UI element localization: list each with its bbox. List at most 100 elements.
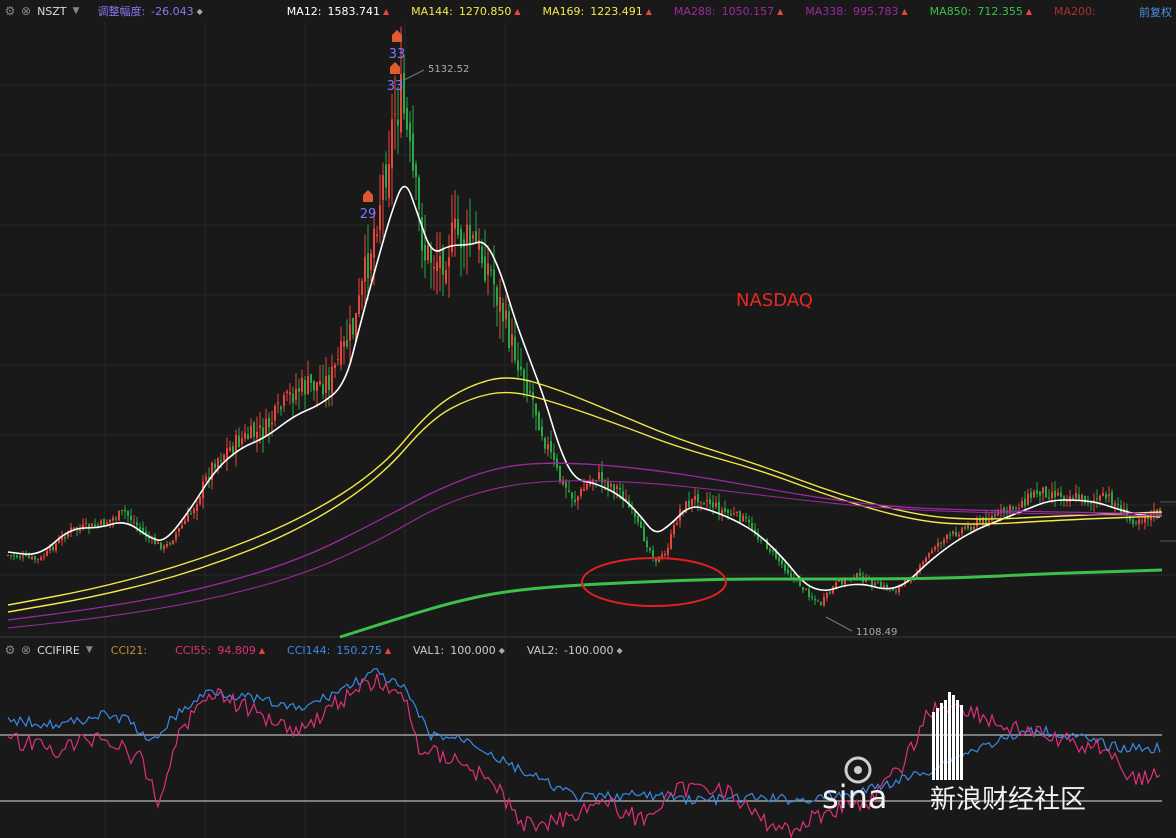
candle-body — [412, 133, 414, 171]
candle-body — [1024, 498, 1026, 506]
candle-body — [262, 427, 264, 438]
candle-body — [697, 494, 699, 503]
candle-body — [976, 519, 978, 527]
candle-body — [541, 426, 543, 436]
candle-body — [451, 222, 453, 253]
candle-body — [784, 564, 786, 571]
candle-body — [967, 525, 969, 529]
candle-body — [142, 527, 144, 532]
candle-body — [640, 521, 642, 529]
candle-body — [664, 554, 666, 556]
ma169-line — [7, 391, 1163, 613]
spike-bar — [932, 712, 935, 780]
candle-body — [310, 373, 312, 383]
candle-body — [7, 554, 9, 556]
candle-body — [187, 513, 189, 522]
candle-body — [169, 543, 171, 545]
chart-title: NASDAQ — [736, 290, 813, 311]
candle-body — [820, 601, 822, 605]
candle-body — [49, 547, 51, 551]
marker-label: 33 — [389, 47, 406, 62]
candle-body — [388, 163, 390, 199]
candle-body — [1012, 507, 1014, 510]
candle-body — [28, 555, 30, 558]
candle-body — [613, 484, 615, 492]
candle-body — [190, 513, 192, 515]
candle-body — [823, 597, 825, 606]
candle-body — [1021, 501, 1023, 508]
candle-body — [730, 513, 732, 516]
candle-body — [961, 528, 963, 534]
candle-body — [991, 515, 993, 521]
candle-body — [877, 582, 879, 584]
candle-body — [178, 528, 180, 532]
candle-body — [235, 434, 237, 452]
candle-body — [949, 534, 951, 536]
candle-body — [568, 490, 570, 492]
candle-body — [535, 403, 537, 416]
candle-body — [508, 311, 510, 348]
candle-body — [403, 72, 405, 114]
candle-body — [337, 358, 339, 361]
candle-body — [565, 482, 567, 488]
candle-body — [13, 554, 15, 557]
ma850-line — [339, 568, 1163, 639]
candle-body — [571, 492, 573, 499]
candle-body — [112, 517, 114, 521]
candle-body — [121, 510, 123, 512]
candle-body — [1141, 520, 1143, 522]
candle-body — [379, 205, 381, 231]
marker-label: 33 — [387, 79, 404, 94]
candle-body — [925, 557, 927, 563]
candle-body — [118, 510, 120, 521]
candle-body — [241, 438, 243, 445]
candle-body — [667, 548, 669, 555]
candle-body — [445, 270, 447, 283]
candle-body — [1027, 493, 1029, 505]
candle-body — [817, 600, 819, 602]
chart-canvas[interactable]: NASDAQ 5132.52 1108.49 33 33 29 sina 新浪财经社区 — [0, 0, 1176, 838]
candle-body — [298, 388, 300, 392]
candle-body — [646, 540, 648, 548]
low-leader-line — [825, 616, 853, 632]
candle-body — [271, 422, 273, 425]
candle-body — [694, 495, 696, 501]
high-label: 5132.52 — [428, 64, 469, 75]
candle-body — [1075, 493, 1077, 499]
candle-body — [223, 454, 225, 461]
candle-body — [829, 591, 831, 593]
candle-body — [409, 122, 411, 142]
candle-body — [700, 501, 702, 503]
ma288-line — [7, 462, 1163, 621]
spike-bar — [936, 708, 939, 780]
candle-body — [109, 519, 111, 523]
candle-body — [1129, 515, 1131, 521]
candle-body — [307, 376, 309, 394]
candle-body — [466, 224, 468, 244]
watermark-text: 新浪财经社区 — [930, 785, 1086, 815]
candle-body — [454, 218, 456, 229]
candle-body — [415, 164, 417, 178]
candle-body — [469, 224, 471, 245]
spike-bar — [940, 703, 943, 780]
spike-bar — [960, 705, 963, 780]
candle-body — [130, 515, 132, 521]
candle-body — [430, 248, 432, 263]
candle-body — [802, 587, 804, 590]
candle-body — [874, 583, 876, 586]
candle-body — [97, 524, 99, 526]
candle-body — [214, 463, 216, 468]
candle-body — [172, 540, 174, 544]
candle-body — [517, 360, 519, 371]
candle-body — [247, 434, 249, 439]
candle-body — [340, 341, 342, 365]
candle-body — [553, 452, 555, 460]
candle-body — [316, 382, 318, 391]
candle-body — [91, 523, 93, 527]
candle-body — [673, 524, 675, 535]
candle-body — [547, 444, 549, 450]
candle-body — [370, 253, 372, 271]
candle-body — [952, 531, 954, 534]
candle-body — [259, 425, 261, 428]
candle-body — [283, 394, 285, 406]
